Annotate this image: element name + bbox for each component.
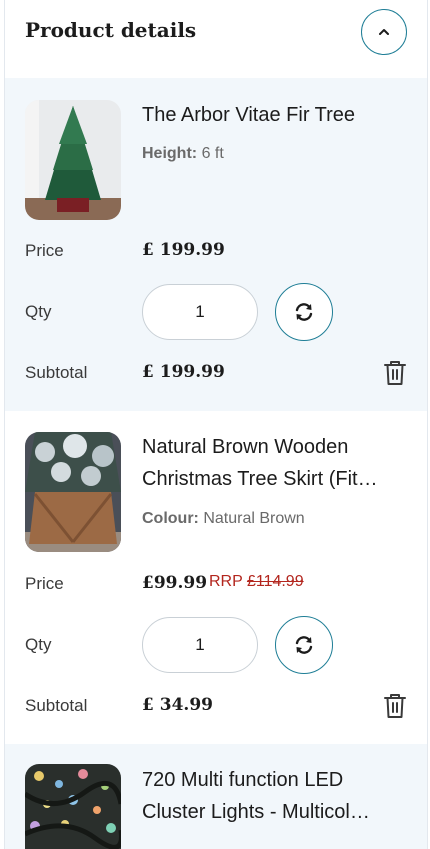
rrp-value: £114.99 <box>246 573 304 590</box>
cart-item: The Arbor Vitae Fir Tree Height: 6 ft Pr… <box>5 78 427 411</box>
product-image[interactable] <box>25 100 121 220</box>
product-image[interactable] <box>25 764 121 849</box>
chevron-up-icon <box>379 29 389 35</box>
panel-title: Product details <box>25 18 197 42</box>
trash-icon[interactable] <box>383 693 407 719</box>
panel-header: Product details <box>5 0 427 78</box>
cart-item: Natural Brown Wooden Christmas Tree Skir… <box>5 411 427 744</box>
product-name[interactable]: Natural Brown Wooden Christmas Tree Skir… <box>142 431 412 495</box>
qty-input[interactable]: 1 <box>142 617 258 673</box>
trash-icon[interactable] <box>383 360 407 386</box>
product-attribute: Colour: Natural Brown <box>142 510 305 528</box>
subtotal-value: £ 34.99 <box>142 695 213 715</box>
qty-input[interactable]: 1 <box>142 284 258 340</box>
collapse-button[interactable] <box>361 9 407 55</box>
rrp-label: RRP <box>209 573 243 590</box>
product-attribute: Height: 6 ft <box>142 145 224 163</box>
rrp-price: RRP £114.99 <box>209 573 304 591</box>
update-qty-button[interactable] <box>275 616 333 674</box>
attribute-value: 6 ft <box>201 145 224 162</box>
subtotal-label: Subtotal <box>25 696 88 715</box>
subtotal-label: Subtotal <box>25 363 88 382</box>
price-value: £99.99 <box>142 573 208 593</box>
price-value: £ 199.99 <box>142 240 225 260</box>
subtotal-value: £ 199.99 <box>142 362 225 382</box>
update-qty-button[interactable] <box>275 283 333 341</box>
qty-label: Qty <box>25 302 52 321</box>
qty-label: Qty <box>25 635 52 654</box>
price-label: Price <box>25 574 64 593</box>
cart-item: 720 Multi function LED Cluster Lights - … <box>5 744 427 849</box>
attribute-value: Natural Brown <box>203 510 305 527</box>
refresh-icon <box>295 636 313 654</box>
product-name[interactable]: The Arbor Vitae Fir Tree <box>142 99 412 131</box>
refresh-icon <box>295 303 313 321</box>
product-details-panel: Product details The Arbor Vitae Fir Tree… <box>4 0 428 849</box>
product-image[interactable] <box>25 432 121 552</box>
price-label: Price <box>25 241 64 260</box>
attribute-label: Colour: <box>142 510 199 527</box>
product-name[interactable]: 720 Multi function LED Cluster Lights - … <box>142 764 412 828</box>
attribute-label: Height: <box>142 145 198 162</box>
